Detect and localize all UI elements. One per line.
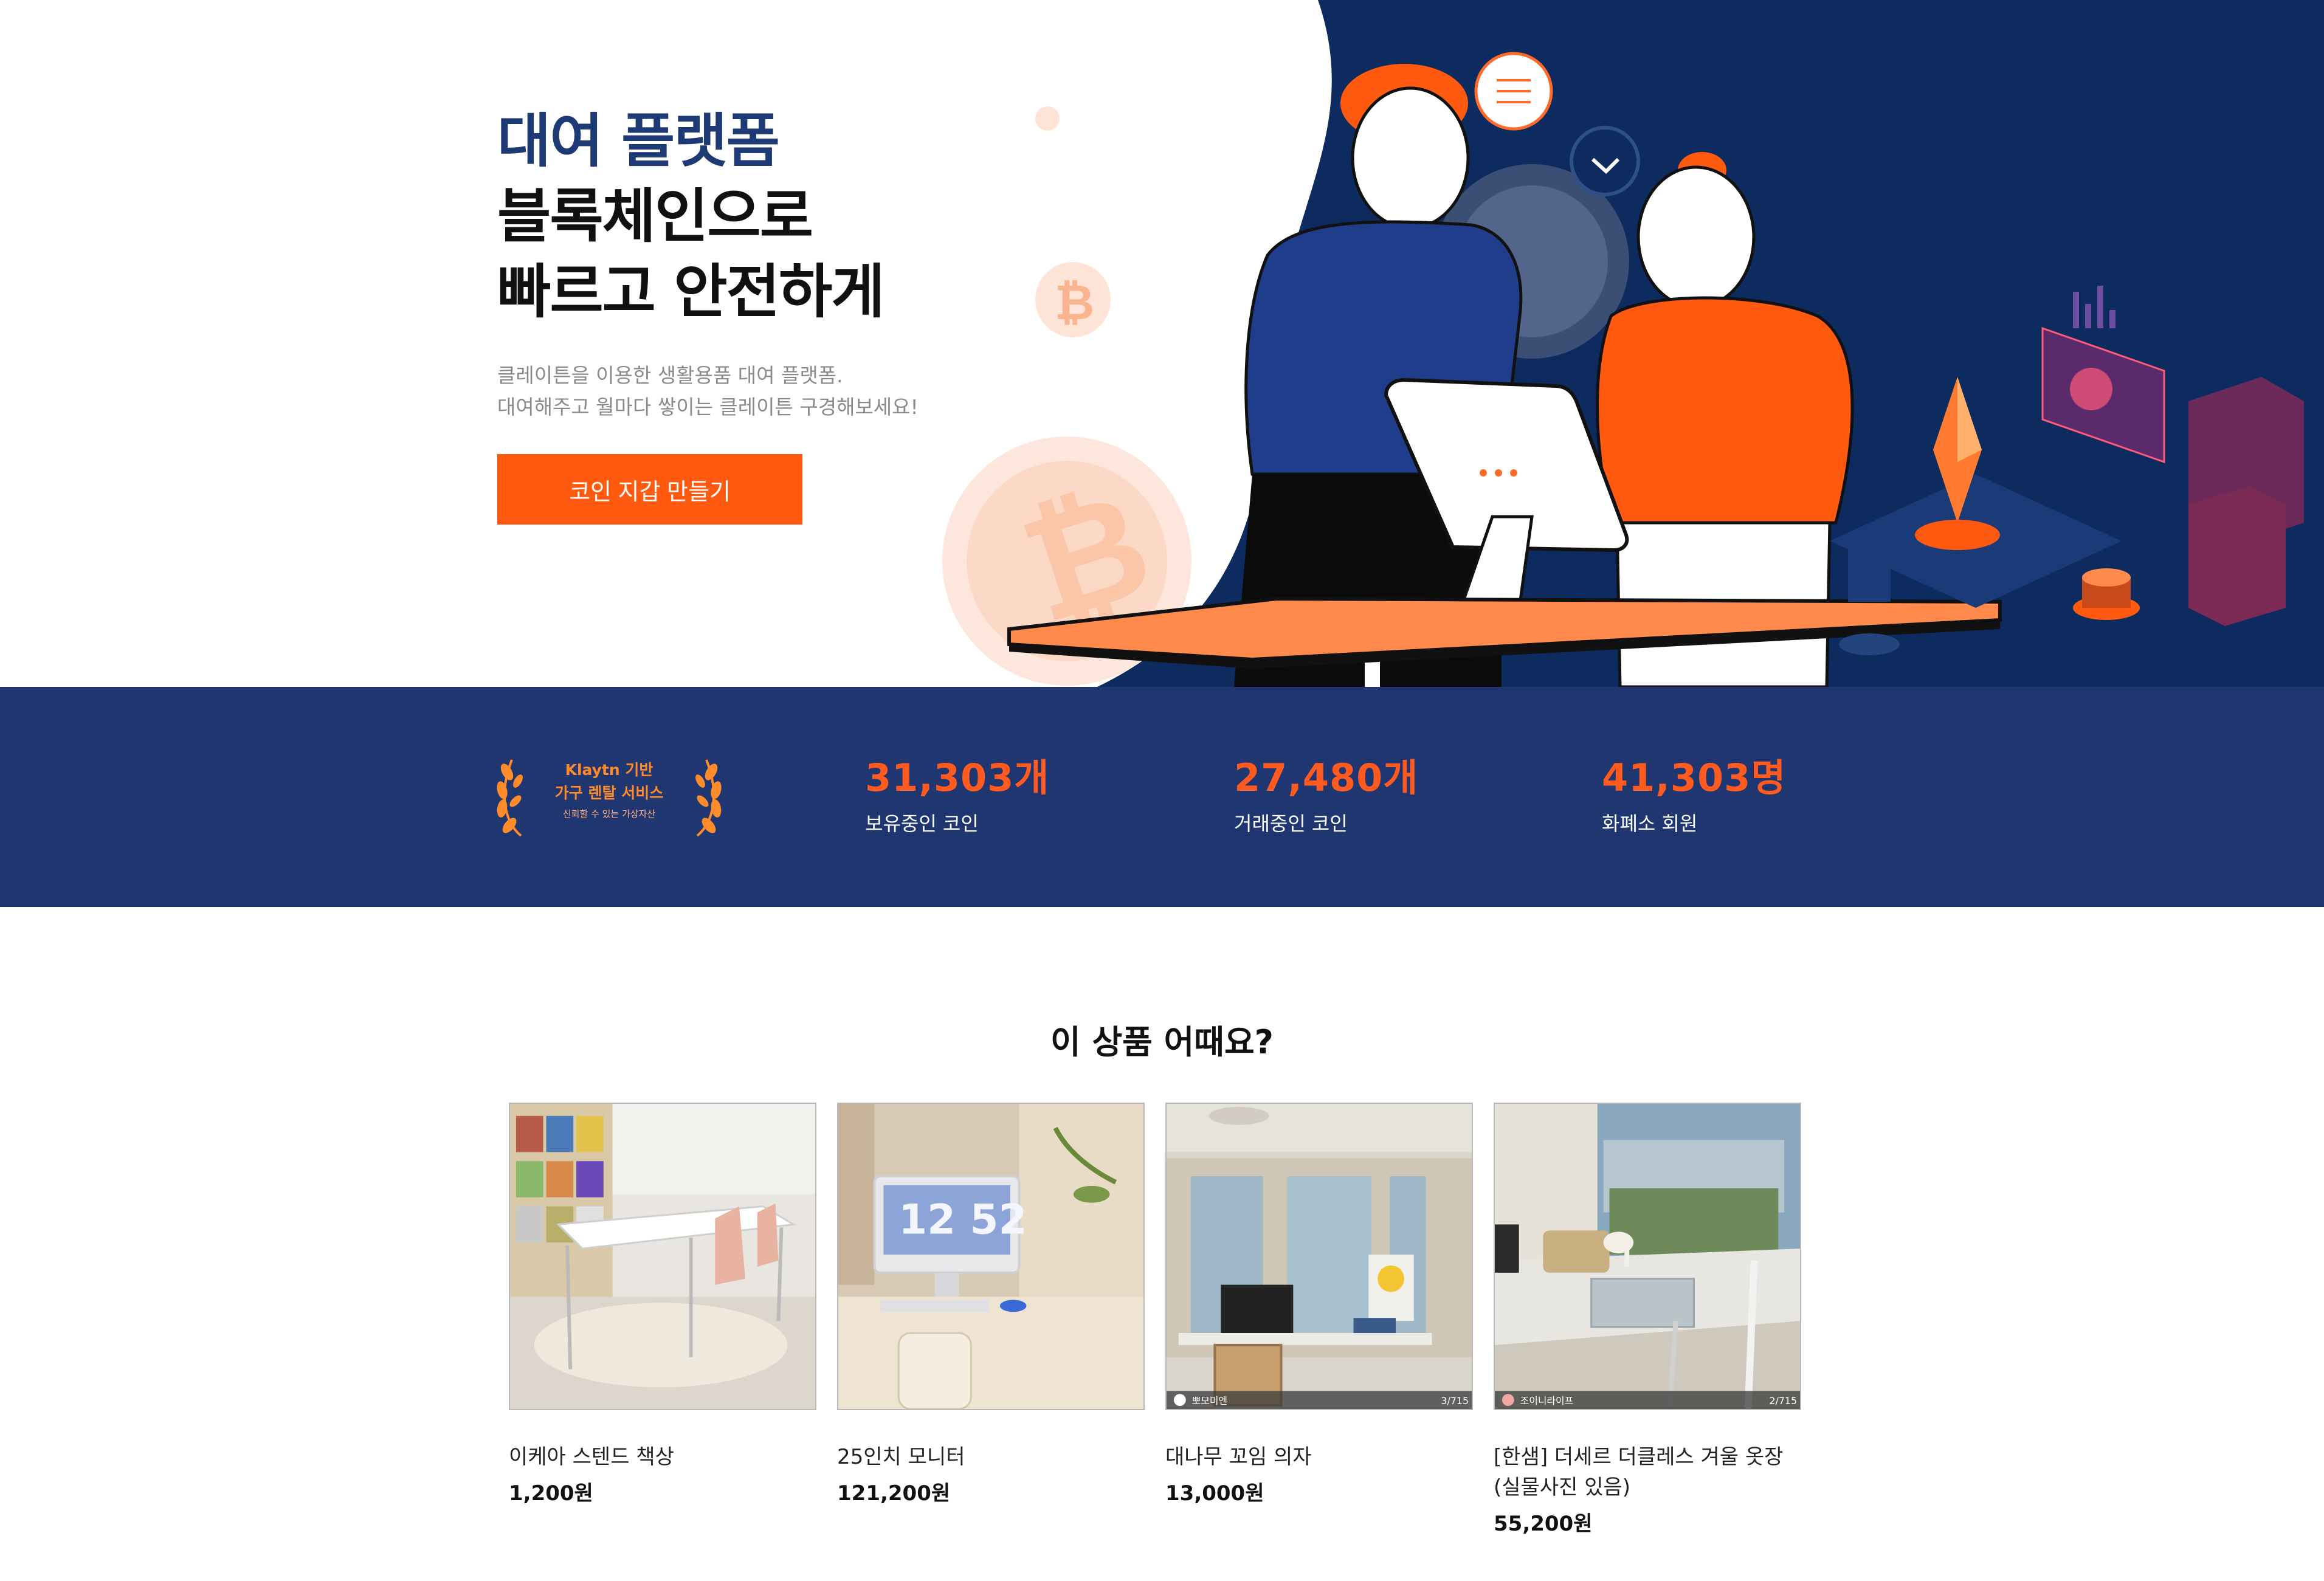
image-overlay-user: 뽀모미엔 [1192,1395,1227,1407]
product-image[interactable]: 12 52 [837,1103,1145,1410]
hero-description-line-1: 클레이튼을 이용한 생활용품 대여 플랫폼. [497,363,843,387]
hero-headline-line-1: 대여 플랫폼 [497,107,780,175]
create-wallet-button[interactable]: 코인 지갑 만들기 [497,454,802,525]
product-price: 121,200원 [837,1481,951,1506]
product-price: 55,200원 [1494,1512,1593,1536]
laurel-right-icon [695,759,722,837]
product-image[interactable]: 조이니라이프 2/715 [1494,1103,1801,1410]
product-name[interactable]: 이케아 스텐드 책상 [509,1442,813,1472]
product-name[interactable]: 대나무 꼬임 의자 [1165,1442,1469,1472]
hero-text-block: 대여 플랫폼 블록체인으로 빠르고 안전하게 클레이튼을 이용한 생활용품 대여… [497,103,1166,525]
stat-value: 41,303명 [1602,756,1787,800]
stat-value: 31,303개 [865,756,1050,800]
badge-line-1: Klaytn 기반 [565,761,653,779]
klaytn-badge: Klaytn 기반 가구 렌탈 서비스 신뢰할 수 있는 가상자산 [494,754,725,845]
stat-label: 화폐소 회원 [1602,812,1698,835]
hero-headline-line-2: 블록체인으로 [497,182,813,250]
laurel-left-icon [497,759,523,837]
monitor-screen-text: 12 52 [898,1195,1027,1243]
badge-text: Klaytn 기반 가구 렌탈 서비스 신뢰할 수 있는 가상자산 [536,759,682,823]
stat-value: 27,480개 [1234,756,1419,800]
product-price: 1,200원 [509,1481,593,1506]
hero-description-line-2: 대여해주고 월마다 쌓이는 클레이튼 구경해보세요! [497,395,919,419]
product-card-desk[interactable]: 이케아 스텐드 책상 1,200원 [509,1103,816,1507]
product-name[interactable]: 25인치 모니터 [837,1442,1141,1472]
stat-label: 거래중인 코인 [1234,812,1348,835]
image-overlay-count: 2/715 [1769,1395,1797,1407]
hero-section: ₿ ₿ 대여 플랫폼 블록체인으로 빠르고 안전하게 클레이튼을 이용한 생활용… [0,0,2324,687]
product-price: 13,000원 [1165,1481,1264,1506]
image-overlay-user: 조이니라이프 [1520,1395,1574,1407]
hero-headline: 대여 플랫폼 블록체인으로 빠르고 안전하게 [497,103,1166,329]
stat-trading-coins: 27,480개 거래중인 코인 [1234,754,1538,839]
product-image[interactable]: 뽀모미엔 3/715 [1165,1103,1473,1410]
image-overlay-count: 3/715 [1441,1395,1469,1407]
hero-headline-line-3: 빠르고 안전하게 [497,258,885,326]
stat-label: 보유중인 코인 [865,812,979,835]
products-section-title: 이 상품 어때요? [1050,1023,1274,1061]
product-card-wardrobe[interactable]: 조이니라이프 2/715 [한샘] 더세르 더클레스 겨울 옷장 (실물사진 있… [1494,1103,1801,1538]
stat-owned-coins: 31,303개 보유중인 코인 [865,754,1169,839]
product-image[interactable] [509,1103,816,1410]
badge-line-3: 신뢰할 수 있는 가상자산 [562,808,656,819]
product-card-chair[interactable]: 뽀모미엔 3/715 대나무 꼬임 의자 13,000원 [1165,1103,1473,1507]
hero-description: 클레이튼을 이용한 생활용품 대여 플랫폼. 대여해주고 월마다 쌓이는 클레이… [497,360,1166,423]
stat-members: 41,303명 화폐소 회원 [1602,754,1906,839]
product-card-monitor[interactable]: 12 52 25인치 모니터 121,200원 [837,1103,1145,1507]
badge-line-2: 가구 렌탈 서비스 [554,784,664,802]
product-name[interactable]: [한샘] 더세르 더클레스 겨울 옷장 (실물사진 있음) [1494,1442,1798,1503]
